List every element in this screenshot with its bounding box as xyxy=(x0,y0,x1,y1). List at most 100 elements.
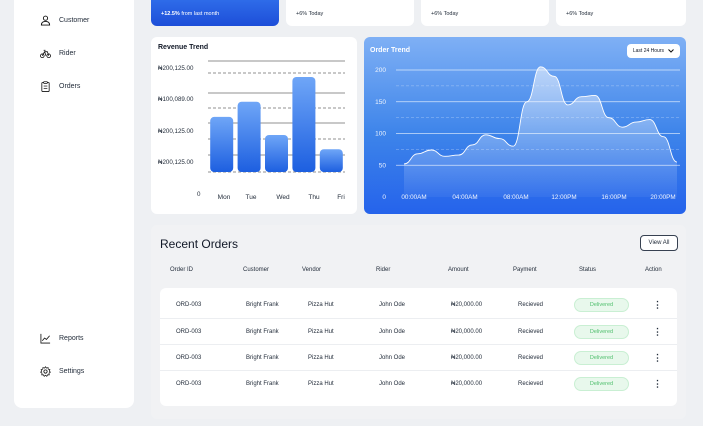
stat-sub: +6% Today xyxy=(431,11,459,17)
chart-line-icon xyxy=(40,333,51,344)
range-label: Last 24 Hours xyxy=(632,48,664,54)
clipboard-icon xyxy=(41,81,50,92)
cell-amount: ₦20,000.00 xyxy=(451,328,483,335)
cell-rider: John Ode xyxy=(379,380,406,387)
cell-vendor: Pizza Hut xyxy=(308,354,334,361)
column-header: Payment xyxy=(513,267,537,273)
y-tick-label: ₦100,089.00 xyxy=(158,96,194,103)
stat-card: +6% Today xyxy=(286,0,414,26)
column-header: Status xyxy=(579,267,597,273)
x-tick-label: 20:00PM xyxy=(650,194,675,201)
revenue-trend-card: Revenue Trend ₦200,125.00 ₦100,089.00 ₦200… xyxy=(151,37,357,214)
cell-amount: ₦20,000.00 xyxy=(451,302,483,308)
y-tick-label: 0 xyxy=(382,194,386,201)
bar xyxy=(265,134,288,172)
gear-icon xyxy=(40,366,51,377)
stat-card: +6% Today xyxy=(421,0,549,26)
sidebar-item-reports[interactable]: Reports xyxy=(40,333,84,344)
cell-vendor: Pizza Hut xyxy=(308,328,334,335)
table-row[interactable]: ORD-003 Bright Frank Pizza Hut John Ode … xyxy=(160,292,677,318)
cell-payment: Recieved xyxy=(518,302,544,308)
cell-customer: Bright Frank xyxy=(246,380,279,387)
status-badge: Delivered xyxy=(574,376,629,391)
stat-sub: +12.5% from last month xyxy=(161,11,220,17)
area-fill xyxy=(404,66,677,197)
stat-card-revenue: +12.5% from last month xyxy=(151,0,279,26)
orders-table: ORD-003 Bright Frank Pizza Hut John Ode … xyxy=(160,288,677,406)
cell-payment: Recieved xyxy=(518,328,544,335)
y-tick-label: 0 xyxy=(197,191,201,198)
sidebar-item-customer[interactable]: Customer xyxy=(40,15,89,26)
stat-sub: +6% Today xyxy=(566,11,594,17)
cell-vendor: Pizza Hut xyxy=(308,302,334,308)
column-header: Order ID xyxy=(170,267,194,273)
sidebar-item-label: Settings xyxy=(59,368,85,375)
more-actions-icon[interactable]: ⋮ xyxy=(653,300,662,311)
y-tick-label: 50 xyxy=(379,162,387,169)
order-trend-card: 0 50 100 150 200 00:00AM 04:00AM 08:00AM 12:00PM… xyxy=(364,37,686,214)
y-tick-label: ₦200,125.00 xyxy=(158,128,194,135)
column-header: Action xyxy=(645,267,662,273)
x-tick-label: Fri xyxy=(337,194,345,201)
cell-rider: John Ode xyxy=(379,354,406,361)
user-icon xyxy=(40,15,51,26)
column-header: Vendor xyxy=(302,267,322,273)
cell-order-id: ORD-003 xyxy=(176,302,202,308)
sidebar-item-label: Orders xyxy=(59,83,81,90)
sidebar-item-orders[interactable]: Orders xyxy=(40,81,80,92)
x-tick-label: 12:00PM xyxy=(551,194,576,201)
cell-rider: John Ode xyxy=(379,328,406,335)
table-row[interactable]: ORD-003 Bright Frank Pizza Hut John Ode … xyxy=(160,318,677,344)
chart-title: Order Trend xyxy=(370,47,411,54)
status-badge: Delivered xyxy=(574,350,629,365)
time-range-dropdown[interactable]: Last 24 Hours xyxy=(626,44,680,58)
cell-order-id: ORD-003 xyxy=(176,328,202,335)
cell-order-id: ORD-003 xyxy=(176,380,202,387)
sidebar-item-label: Customer xyxy=(59,17,90,24)
chevron-down-icon xyxy=(668,49,674,53)
more-actions-icon[interactable]: ⋮ xyxy=(653,326,662,337)
status-badge: Delivered xyxy=(574,324,629,339)
table-row[interactable]: ORD-003 Bright Frank Pizza Hut John Ode … xyxy=(160,344,677,370)
cell-customer: Bright Frank xyxy=(246,354,279,361)
bar xyxy=(292,77,316,172)
bar xyxy=(237,101,261,172)
x-tick-label: Tue xyxy=(246,194,257,201)
cell-amount: ₦20,000.00 xyxy=(451,354,483,361)
sidebar-item-label: Rider xyxy=(59,50,76,57)
x-tick-label: Thu xyxy=(308,194,320,201)
bike-icon xyxy=(40,49,51,59)
stat-sub: +6% Today xyxy=(296,11,324,17)
bar xyxy=(210,116,234,172)
stat-card: +6% Today xyxy=(556,0,686,26)
column-header: Rider xyxy=(376,267,391,273)
x-tick-label: 16:00PM xyxy=(601,194,626,201)
cell-customer: Bright Frank xyxy=(246,328,279,335)
sidebar-item-rider[interactable]: Rider xyxy=(40,48,76,59)
x-tick-label: 08:00AM xyxy=(503,194,528,201)
sidebar-item-settings[interactable]: Settings xyxy=(40,366,84,377)
column-header: Amount xyxy=(448,267,469,273)
cell-payment: Recieved xyxy=(518,380,544,387)
view-all-button[interactable]: View All xyxy=(640,235,678,251)
x-tick-label: 04:00AM xyxy=(452,194,477,201)
more-actions-icon[interactable]: ⋮ xyxy=(653,352,662,363)
cell-amount: ₦20,000.00 xyxy=(451,380,483,387)
recent-orders-panel: Recent Orders View All Order ID Customer… xyxy=(151,225,686,419)
cell-customer: Bright Frank xyxy=(246,302,279,308)
revenue-chart: ₦200,125.00 ₦100,089.00 ₦200,125.00 ₦200,12… xyxy=(158,60,345,201)
table-row[interactable]: ORD-003 Bright Frank Pizza Hut John Ode … xyxy=(160,370,677,396)
sidebar-item-label: Reports xyxy=(59,335,84,342)
column-header: Customer xyxy=(243,267,270,273)
bar xyxy=(319,149,343,172)
more-actions-icon[interactable]: ⋮ xyxy=(653,378,662,389)
y-tick-label: 150 xyxy=(375,99,386,106)
y-tick-label: ₦200,125.00 xyxy=(158,159,194,166)
cell-vendor: Pizza Hut xyxy=(308,380,334,387)
order-trend-chart: 0 50 100 150 200 00:00AM 04:00AM 08:00AM 12:00PM… xyxy=(375,66,680,201)
y-tick-label: ₦200,125.00 xyxy=(158,65,194,72)
x-tick-label: Mon xyxy=(218,194,231,201)
cell-payment: Recieved xyxy=(518,354,544,361)
sidebar: Customer Rider Orders Reports Settings xyxy=(14,0,134,408)
y-tick-label: 200 xyxy=(375,67,386,74)
